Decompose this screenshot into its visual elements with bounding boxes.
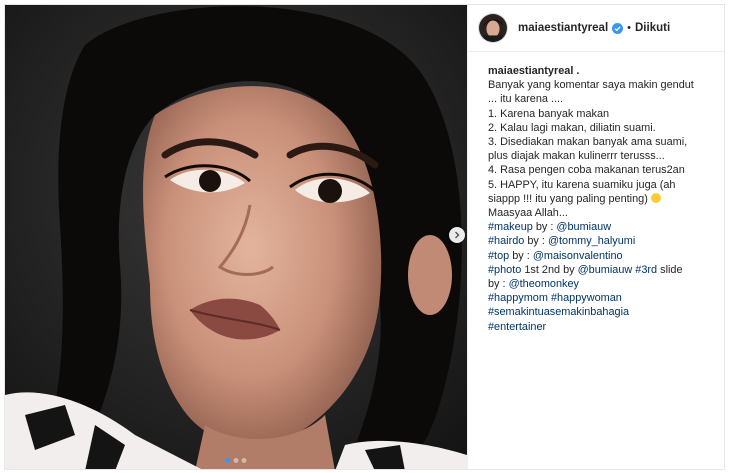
hashtag-link[interactable]: #entertainer (488, 321, 546, 333)
mention-link[interactable]: @maisonvalentino (533, 250, 623, 262)
carousel-dot-1 (225, 458, 231, 463)
carousel-indicator (225, 458, 247, 463)
mention-link[interactable]: @bumiauw (578, 264, 633, 276)
post-caption: maiaestiantyreal . Banyak yang komentar … (468, 52, 724, 334)
caption-line: 5. HAPPY, itu karena suamiku juga (ah (488, 178, 676, 191)
hashtag-link[interactable]: #hairdo (488, 235, 524, 247)
instagram-post: maiaestiantyreal • Diikuti maiaestiantyr… (4, 4, 725, 470)
caption-line: Maasyaa Allah... (488, 207, 568, 220)
credit-makeup: #makeup by : @bumiauw (488, 220, 712, 234)
credit-photo: #photo 1st 2nd by @bumiauw #3rd slide (488, 263, 712, 277)
next-slide-button[interactable] (449, 227, 465, 243)
credit-text: by : (509, 249, 533, 262)
hashtag-link[interactable]: #happymom (488, 292, 548, 304)
credit-slide: by : @theomonkey (488, 277, 712, 291)
credit-text: 1st 2nd by (521, 263, 578, 276)
username-link[interactable]: maiaestiantyreal (518, 22, 608, 34)
laughing-emoji-icon (650, 192, 661, 203)
credit-top: #top by : @maisonvalentino (488, 249, 712, 263)
verified-badge-icon (612, 22, 624, 34)
hashtag-link[interactable]: #top (488, 250, 509, 262)
caption-line: ... itu karena .... (488, 93, 564, 106)
hashtag-link[interactable]: #photo (488, 264, 521, 276)
post-media[interactable] (5, 5, 467, 469)
avatar[interactable] (478, 13, 508, 43)
post-side-panel: maiaestiantyreal • Diikuti maiaestiantyr… (467, 5, 724, 469)
hashtag-line: #semakintuasemakinbahagia (488, 305, 712, 319)
hashtag-link[interactable]: #3rd (635, 264, 657, 276)
hashtag-link[interactable]: #semakintuasemakinbahagia (488, 306, 629, 318)
avatar-image (479, 14, 507, 42)
separator-dot: • (627, 22, 631, 34)
caption-line: 4. Rasa pengen coba makanan terus2an (488, 164, 685, 177)
caption-line: 2. Kalau lagi makan, diliatin suami. (488, 121, 656, 134)
post-photo (5, 5, 467, 469)
caption-line-with-emoji: siappp !!! itu yang paling penting) (488, 192, 712, 206)
hashtag-line: #entertainer (488, 320, 712, 334)
carousel-dot-3 (241, 458, 247, 463)
credit-text: by : (488, 278, 509, 291)
caption-line-text: siappp !!! itu yang paling penting) (488, 192, 648, 205)
caption-line: plus diajak makan kulinerrr terusss... (488, 150, 665, 163)
hashtag-link[interactable]: #happywoman (551, 292, 622, 304)
mention-link[interactable]: @tommy_halyumi (548, 235, 635, 247)
hashtag-line: #happymom #happywoman (488, 291, 712, 305)
caption-line: 1. Karena banyak makan (488, 107, 610, 120)
hashtag-link[interactable]: #makeup (488, 221, 533, 233)
credit-text: by : (532, 221, 557, 234)
post-header: maiaestiantyreal • Diikuti (468, 5, 724, 52)
credit-hairdo: #hairdo by : @tommy_halyumi (488, 234, 712, 248)
carousel-dot-2 (233, 458, 239, 463)
mention-link[interactable]: @theomonkey (509, 278, 579, 290)
mention-link[interactable]: @bumiauw (556, 221, 611, 233)
caption-line: Banyak yang komentar saya makin gendut (488, 79, 694, 92)
chevron-right-icon (455, 231, 460, 239)
credit-text: by : (524, 235, 548, 248)
caption-author[interactable]: maiaestiantyreal . (488, 64, 712, 78)
following-button[interactable]: Diikuti (635, 22, 670, 34)
credit-text: slide (657, 263, 683, 276)
caption-line: 3. Disediakan makan banyak ama suami, (488, 136, 688, 149)
